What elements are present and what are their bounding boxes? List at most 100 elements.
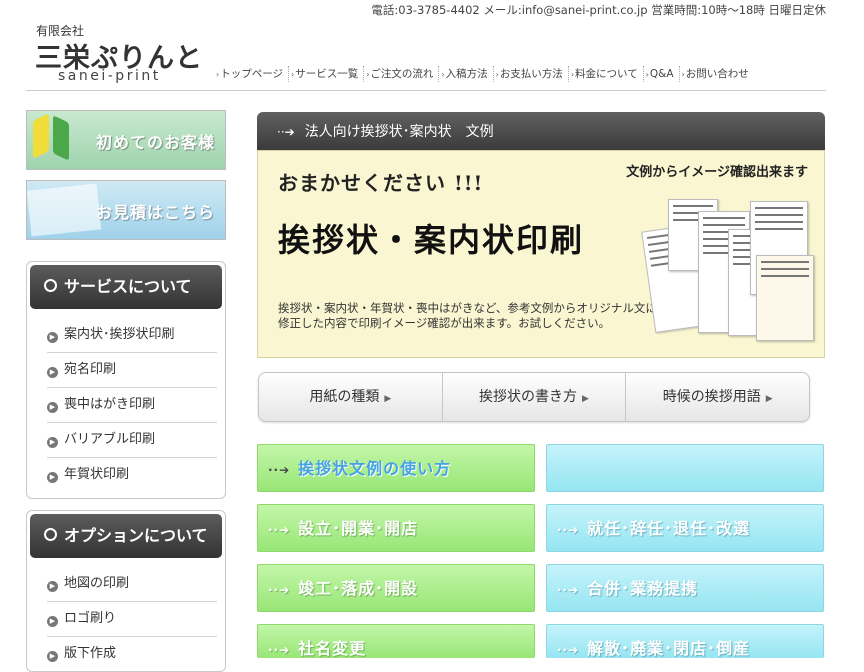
service-item-label: 案内状･挨拶状印刷 bbox=[64, 327, 175, 342]
nav-submission[interactable]: ›入稿方法 bbox=[439, 66, 494, 82]
tab-how-to-write[interactable]: 挨拶状の書き方 ▶ bbox=[443, 373, 627, 421]
usage-guide-button[interactable]: ··➔ 挨拶状文例の使い方 bbox=[257, 444, 535, 492]
nav-top[interactable]: ›トップページ bbox=[214, 66, 289, 82]
hero-title: 挨拶状・案内状印刷 bbox=[278, 221, 585, 259]
header-divider bbox=[26, 90, 826, 91]
blank-tile bbox=[546, 444, 824, 492]
arrow-circle-icon: ▶ bbox=[47, 651, 58, 662]
double-arrow-icon: ··➔ bbox=[268, 523, 291, 537]
nav-arrow-icon: › bbox=[441, 70, 445, 79]
hero-banner[interactable]: おまかせください !!! 文例からイメージ確認出来ます 挨拶状・案内状印刷 挨拶… bbox=[257, 150, 825, 358]
nav-arrow-icon: › bbox=[495, 70, 499, 79]
double-arrow-icon: ··➔ bbox=[268, 643, 291, 657]
option-menu: オプションについて ▶ 地図の印刷 ▶ ロゴ刷り ▶ 版下作成 bbox=[26, 510, 226, 672]
category-merger[interactable]: ··➔ 合併･業務提携 bbox=[546, 564, 824, 612]
category-label: 解散･廃業･閉店･倒産 bbox=[587, 639, 751, 658]
service-item-address[interactable]: ▶ 宛名印刷 bbox=[47, 353, 217, 388]
nav-qa[interactable]: ›Q&A bbox=[644, 66, 680, 82]
service-item-label: 年賀状印刷 bbox=[64, 467, 130, 482]
option-item-label: ロゴ刷り bbox=[64, 611, 117, 626]
hero-check-note: 文例からイメージ確認出来ます bbox=[626, 165, 808, 180]
option-item-blockcopy[interactable]: ▶ 版下作成 bbox=[47, 637, 217, 671]
nav-label: 入稿方法 bbox=[445, 68, 488, 80]
nav-arrow-icon: › bbox=[570, 70, 575, 79]
category-label: 就任･辞任･退任･改選 bbox=[587, 519, 751, 538]
global-nav: ›トップページ ›サービス一覧 ›ご注文の流れ ›入稿方法 ›お支払い方法 ›料… bbox=[214, 66, 754, 82]
service-menu-title: サービスについて bbox=[30, 265, 222, 309]
option-item-logo[interactable]: ▶ ロゴ刷り bbox=[47, 602, 217, 637]
nav-arrow-icon: › bbox=[681, 70, 685, 79]
service-menu: サービスについて ▶ 案内状･挨拶状印刷 ▶ 宛名印刷 ▶ 喪中はがき印刷 ▶ バリアブ… bbox=[26, 261, 226, 499]
banner-label: 初めてのお客様 bbox=[95, 133, 215, 152]
tab-label: 用紙の種類 bbox=[309, 389, 380, 405]
option-item-map[interactable]: ▶ 地図の印刷 bbox=[47, 567, 217, 602]
category-dissolution[interactable]: ··➔ 解散･廃業･閉店･倒産 bbox=[546, 624, 824, 658]
category-appointment[interactable]: ··➔ 就任･辞任･退任･改選 bbox=[546, 504, 824, 552]
banner-label: お見積はこちら bbox=[95, 203, 215, 222]
category-establishment[interactable]: ··➔ 設立･開業･開店 bbox=[257, 504, 535, 552]
estimate-banner[interactable]: お見積はこちら bbox=[26, 180, 226, 240]
nav-services[interactable]: ›サービス一覧 bbox=[289, 66, 365, 82]
category-label: 社名変更 bbox=[298, 639, 367, 658]
tab-seasonal-greetings[interactable]: 時候の挨拶用語 ▶ bbox=[626, 373, 809, 421]
arrow-circle-icon: ▶ bbox=[47, 332, 58, 343]
category-label: 竣工･落成･開設 bbox=[298, 579, 419, 598]
tab-paper-types[interactable]: 用紙の種類 ▶ bbox=[259, 373, 443, 421]
category-label: 合併･業務提携 bbox=[587, 579, 699, 598]
nav-label: ご注文の流れ bbox=[370, 68, 434, 80]
service-item-label: 喪中はがき印刷 bbox=[64, 397, 156, 412]
arrow-circle-icon: ▶ bbox=[47, 437, 58, 448]
double-arrow-icon: ··➔ bbox=[557, 643, 580, 657]
memo-paper-icon bbox=[27, 183, 102, 237]
option-menu-title: オプションについて bbox=[30, 514, 222, 558]
first-time-customer-banner[interactable]: 初めてのお客様 bbox=[26, 110, 226, 170]
page-title-bar: ··➔ 法人向け挨拶状･案内状 文例 bbox=[257, 112, 825, 150]
nav-arrow-icon: › bbox=[216, 70, 220, 79]
nav-label: 料金について bbox=[575, 68, 638, 80]
service-item-mourning[interactable]: ▶ 喪中はがき印刷 bbox=[47, 388, 217, 423]
service-menu-title-text: サービスについて bbox=[64, 277, 192, 296]
arrow-circle-icon: ▶ bbox=[47, 616, 58, 627]
option-menu-title-text: オプションについて bbox=[64, 526, 208, 545]
arrow-circle-icon: ▶ bbox=[47, 472, 58, 483]
beginner-mark-icon bbox=[33, 113, 49, 159]
option-item-label: 版下作成 bbox=[64, 646, 117, 661]
triangle-right-icon: ▶ bbox=[582, 394, 589, 404]
double-arrow-icon: ··➔ bbox=[268, 583, 291, 597]
arrow-circle-icon: ▶ bbox=[47, 402, 58, 413]
nav-label: お問い合わせ bbox=[685, 68, 749, 80]
nav-order-flow[interactable]: ›ご注文の流れ bbox=[364, 66, 440, 82]
category-completion[interactable]: ··➔ 竣工･落成･開設 bbox=[257, 564, 535, 612]
category-label: 設立･開業･開店 bbox=[298, 519, 419, 538]
option-item-label: 地図の印刷 bbox=[64, 576, 130, 591]
hero-description: 挨拶状・案内状・年賀状・喪中はがきなど、参考文例からオリジナル文に修正した内容で… bbox=[278, 301, 657, 330]
nav-arrow-icon: › bbox=[366, 70, 370, 79]
service-item-newyear[interactable]: ▶ 年賀状印刷 bbox=[47, 458, 217, 492]
nav-pricing[interactable]: ›料金について bbox=[569, 66, 644, 82]
nav-arrow-icon: › bbox=[291, 70, 295, 79]
nav-payment[interactable]: ›お支払い方法 bbox=[494, 66, 569, 82]
service-item-label: バリアブル印刷 bbox=[64, 432, 156, 447]
nav-label: サービス一覧 bbox=[295, 68, 359, 80]
nav-contact[interactable]: ›お問い合わせ bbox=[680, 66, 754, 82]
logo-romaji: sanei-print bbox=[58, 68, 161, 84]
double-arrow-icon: ··➔ bbox=[557, 523, 580, 537]
nav-label: お支払い方法 bbox=[499, 68, 563, 80]
arrow-circle-icon: ▶ bbox=[47, 367, 58, 378]
page-title: 法人向け挨拶状･案内状 文例 bbox=[304, 124, 494, 140]
beginner-mark-icon bbox=[53, 115, 69, 161]
category-name-change[interactable]: ··➔ 社名変更 bbox=[257, 624, 535, 658]
triangle-right-icon: ▶ bbox=[765, 394, 773, 404]
triangle-right-icon: ▶ bbox=[384, 394, 392, 404]
service-item-variable[interactable]: ▶ バリアブル印刷 bbox=[47, 423, 217, 458]
service-item-label: 宛名印刷 bbox=[64, 362, 117, 377]
arrow-circle-icon: ▶ bbox=[47, 581, 58, 592]
tab-label: 挨拶状の書き方 bbox=[479, 389, 578, 405]
tab-label: 時候の挨拶用語 bbox=[662, 389, 761, 405]
contact-info: 電話:03-3785-4402 メール:info@sanei-print.co.… bbox=[371, 3, 826, 17]
service-item-announcement[interactable]: ▶ 案内状･挨拶状印刷 bbox=[47, 318, 217, 353]
double-arrow-icon: ··➔ bbox=[277, 125, 295, 139]
hero-tagline: おまかせください !!! bbox=[278, 171, 484, 195]
double-arrow-icon: ··➔ bbox=[557, 583, 580, 597]
nav-arrow-icon: › bbox=[645, 70, 649, 79]
